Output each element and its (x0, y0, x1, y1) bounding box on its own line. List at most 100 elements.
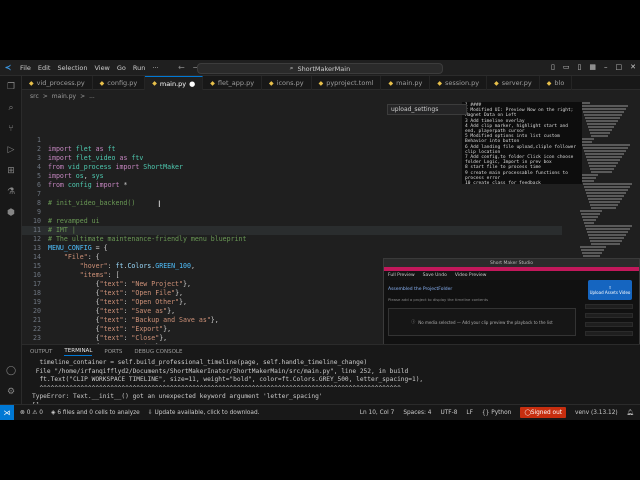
account-icon[interactable]: ◯ (0, 360, 22, 381)
editor-tabs: ◆ vid_process.py ◆ config.py ◆ main.py ● ◆ flet_… (22, 76, 640, 90)
update-status[interactable]: ⇩ Update available, click to download. (148, 410, 260, 416)
problems-indicator[interactable]: ⊗ 0 ⚠ 0 (20, 410, 43, 416)
cursor-position[interactable]: Ln 10, Col 7 (360, 410, 395, 416)
end-of-line[interactable]: LF (466, 410, 473, 416)
tab-vid-process-py[interactable]: ◆ vid_process.py (22, 76, 93, 90)
tab-main-py[interactable]: ◆ main.py (381, 76, 431, 90)
toggle-sidebar-icon[interactable]: ▯ (551, 63, 555, 71)
tab-label: main.py (396, 79, 423, 87)
signed-out-badge[interactable]: ◯ Signed out (520, 407, 567, 418)
app-nav-item[interactable]: Save Undo (423, 273, 447, 278)
tab-blo[interactable]: ◆ blo (540, 76, 573, 90)
minimize-icon[interactable]: – (604, 63, 608, 71)
minimap-line (586, 156, 622, 158)
code-line[interactable]: 10 # revamped ui (22, 217, 562, 226)
code-line[interactable]: 7 (22, 190, 562, 199)
code-text: from config import * (48, 181, 127, 190)
menu-item-go[interactable]: Go (117, 64, 126, 72)
minimap-line (584, 186, 630, 188)
breadcrumb-item[interactable]: src (30, 93, 39, 100)
code-token: "items" (79, 271, 108, 279)
menu-item-file[interactable]: File (20, 64, 31, 72)
notifications-bell-icon[interactable]: 🔔︎ (627, 410, 634, 416)
toggle-secondary-sidebar-icon[interactable]: ▯ (578, 63, 582, 71)
app-nav-item[interactable]: Video Preview (455, 273, 487, 278)
minimap-line (589, 129, 612, 131)
menu-item-edit[interactable]: Edit (38, 64, 51, 72)
flame-icon: ◈ (51, 409, 56, 416)
panel-tab-output[interactable]: OUTPUT (30, 349, 52, 355)
code-token: ftv (131, 154, 144, 162)
close-icon[interactable]: ✕ (630, 63, 636, 71)
maximize-icon[interactable]: □ (616, 63, 623, 71)
line-number: 1 (37, 136, 41, 144)
upload-assets-button[interactable]: ⇪ Upload Assets Video (588, 280, 632, 300)
tab-config-py[interactable]: ◆ config.py (93, 76, 146, 90)
minimap-line (588, 234, 626, 236)
tab-server-py[interactable]: ◆ server.py (487, 76, 540, 90)
command-center[interactable]: ⌕ ShortMakerMain (197, 63, 443, 74)
python-icon[interactable]: ⬢ (0, 202, 22, 223)
code-line[interactable]: 13 MENU_CONFIG = { (22, 244, 562, 253)
language-mode[interactable]: {} Python (482, 410, 511, 416)
breadcrumb-item[interactable]: main.py (52, 93, 76, 100)
extensions-icon[interactable]: ⊞ (0, 160, 22, 181)
line-number: 3 (37, 154, 41, 162)
run-debug-icon[interactable]: ▷ (0, 139, 22, 160)
code-token: sys (91, 172, 104, 180)
code-text: "items": [ (48, 271, 120, 280)
app-nav-item[interactable]: Full Preview (388, 273, 415, 278)
menu-bar: File Edit Selection View Go Run ··· (20, 64, 159, 72)
tab-main-py[interactable]: ◆ main.py ● (145, 76, 204, 90)
menu-item-selection[interactable]: Selection (57, 64, 87, 72)
code-line[interactable]: 11 # IMT | (22, 226, 562, 235)
panel-tab-debug-console[interactable]: DEBUG CONSOLE (134, 349, 182, 355)
tab-flet-app-py[interactable]: ◆ flet_app.py (203, 76, 263, 90)
minimap-line (585, 225, 632, 227)
indentation[interactable]: Spaces: 4 (403, 410, 431, 416)
code-line[interactable]: 9 (22, 208, 562, 217)
terminal-output[interactable]: timeline_container = self.build_professi… (22, 359, 640, 411)
line-number: 14 (33, 253, 41, 261)
title-bar: ≺ FileEditSelectionViewGoRun··· ← → ⌕ Sh… (0, 60, 640, 87)
menu-item-view[interactable]: View (94, 64, 109, 72)
search-view-icon[interactable]: ⌕ (0, 97, 22, 118)
tab-label: icons.py (276, 79, 304, 87)
modified-dot-icon[interactable]: ● (189, 80, 195, 88)
python-file-icon: ◆ (546, 79, 552, 87)
tab-session-py[interactable]: ◆ session.py (430, 76, 488, 90)
analysis-status[interactable]: ◈ 6 files and 0 cells to analyze (51, 410, 140, 416)
code-text: MENU_CONFIG = { (48, 244, 108, 253)
source-control-icon[interactable]: ⑂ (0, 118, 22, 139)
code-token: : (107, 262, 116, 270)
symbol-hint-box[interactable]: upload_settings (387, 104, 467, 115)
code-token: { (48, 325, 100, 333)
testing-icon[interactable]: ⚗ (0, 181, 22, 202)
encoding[interactable]: UTF-8 (440, 410, 457, 416)
menu-item-more[interactable]: ··· (152, 64, 158, 72)
code-line[interactable]: 8 # init_video_backend() (22, 199, 562, 208)
minimap-line (583, 255, 600, 257)
code-line[interactable]: 12 # The ultimate maintenance-friendly me… (22, 235, 562, 244)
app-side-bars (585, 304, 635, 336)
settings-gear-icon[interactable]: ⚙ (0, 381, 22, 402)
python-interpreter[interactable]: venv (3.13.12) (575, 410, 618, 416)
breadcrumb-item[interactable]: ... (89, 93, 95, 100)
minimap-line (581, 249, 604, 251)
menu-item-run[interactable]: Run (133, 64, 145, 72)
back-arrow-icon[interactable]: ← (178, 63, 185, 72)
toggle-panel-icon[interactable]: ▭ (563, 63, 570, 71)
explorer-icon[interactable]: ❐ (0, 76, 22, 97)
side-bar-item (585, 313, 633, 318)
remote-indicator-icon[interactable]: ⋊ (0, 404, 14, 420)
vscode-window: ≺ FileEditSelectionViewGoRun··· ← → ⌕ Sh… (0, 60, 640, 420)
tab-pyproject-toml[interactable]: ◆ pyproject.toml (312, 76, 382, 90)
minimap-line (585, 153, 624, 155)
line-number: 6 (37, 181, 41, 189)
panel-tab-terminal[interactable]: TERMINAL (64, 348, 93, 356)
panel-tab-ports[interactable]: PORTS (104, 349, 122, 355)
minimap-line (587, 195, 624, 197)
tab-icons-py[interactable]: ◆ icons.py (262, 76, 312, 90)
layout-icon[interactable]: ▦ (589, 63, 596, 71)
